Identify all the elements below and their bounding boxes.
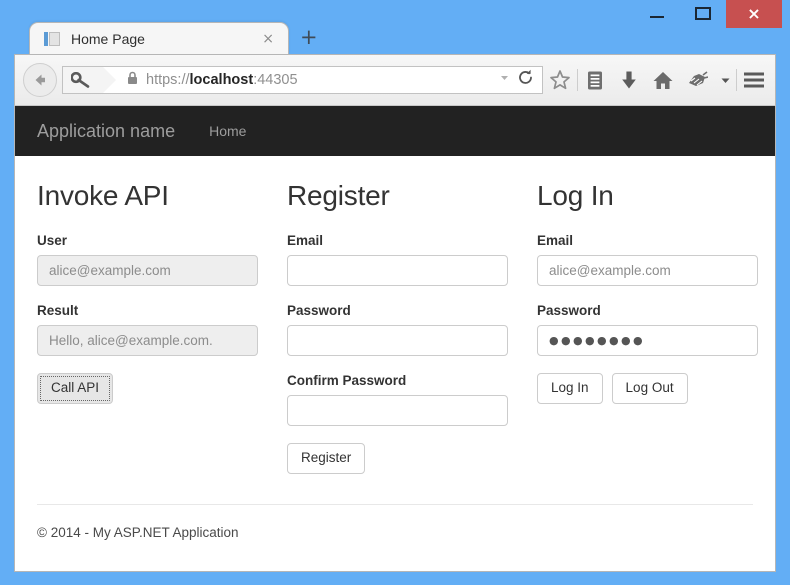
input-result: Hello, alice@example.com.	[37, 325, 258, 356]
new-tab-button[interactable]: +	[300, 27, 318, 48]
call-api-button[interactable]: Call API	[37, 373, 114, 404]
star-icon	[550, 70, 570, 90]
reload-button[interactable]	[517, 69, 534, 91]
column-log-in: Log In Email alice@example.com Password ●●●●…	[537, 180, 775, 474]
heading-invoke-api: Invoke API	[37, 180, 169, 211]
download-arrow-icon	[622, 71, 636, 88]
home-icon	[653, 71, 673, 89]
window-titlebar: ×	[0, 0, 790, 28]
tab-home-page[interactable]: Home Page ×	[29, 22, 289, 54]
back-arrow-icon	[35, 74, 45, 86]
library-button[interactable]	[578, 63, 612, 97]
form-columns: Invoke API User alice@example.com Result Hel…	[37, 182, 758, 474]
input-user: alice@example.com	[37, 255, 258, 286]
column-register: Register Email Password Confirm Password Reg…	[287, 182, 537, 474]
page-viewport: Application name Home Invoke API User alic…	[14, 106, 776, 572]
heading-log-in: Log In	[537, 180, 614, 211]
browser-window: × Home Page × + https://localhost:44305 …	[0, 0, 790, 585]
log-out-button[interactable]: Log Out	[611, 373, 688, 404]
input-register-email[interactable]	[287, 255, 508, 286]
key-icon	[71, 72, 90, 88]
column-invoke-api: Invoke API User alice@example.com Result Hel…	[37, 182, 287, 474]
addon-button[interactable]	[680, 63, 714, 97]
label-register-confirm-password: Confirm Password	[287, 373, 407, 388]
library-icon	[588, 71, 602, 89]
button-row-invoke-api: Call API	[37, 373, 258, 404]
label-login-email: Email	[537, 233, 574, 248]
reload-icon	[519, 69, 532, 84]
padlock-icon	[127, 71, 138, 90]
input-register-confirm-password[interactable]	[287, 395, 508, 426]
document-icon	[44, 31, 60, 47]
label-user: User	[37, 233, 68, 248]
label-result: Result	[37, 303, 79, 318]
tab-strip: Home Page × +	[0, 18, 790, 54]
footer-text: © 2014 - My ASP.NET Application	[37, 524, 239, 540]
site-navbar: Application name Home	[15, 106, 775, 156]
menu-button[interactable]	[737, 63, 771, 97]
navbar-link-home[interactable]: Home	[209, 123, 246, 139]
downloads-button[interactable]	[612, 63, 646, 97]
fox-icon	[689, 71, 708, 86]
back-button[interactable]	[23, 63, 57, 97]
chevron-down-icon[interactable]	[498, 71, 511, 89]
url-text: https://localhost:44305	[146, 72, 298, 88]
bookmark-button[interactable]	[543, 63, 577, 97]
footer-divider	[37, 503, 753, 505]
button-row-register: Register	[287, 443, 508, 474]
navbar-brand[interactable]: Application name	[37, 121, 175, 142]
overflow-button[interactable]	[714, 63, 736, 97]
url-bar[interactable]: https://localhost:44305	[62, 66, 543, 94]
tab-title: Home Page	[71, 30, 145, 47]
navigation-toolbar: https://localhost:44305	[14, 54, 776, 106]
label-login-password: Password	[537, 303, 601, 318]
label-register-password: Password	[287, 303, 351, 318]
input-login-email[interactable]: alice@example.com	[537, 255, 758, 286]
page-container: Invoke API User alice@example.com Result Hel…	[15, 156, 775, 474]
heading-register: Register	[287, 180, 390, 211]
label-register-email: Email	[287, 233, 324, 248]
log-in-button[interactable]: Log In	[537, 373, 603, 404]
home-button[interactable]	[646, 63, 680, 97]
chevron-down-icon	[721, 78, 729, 83]
toolbar-icons	[543, 63, 775, 97]
register-button[interactable]: Register	[287, 443, 366, 474]
hamburger-menu-icon	[744, 72, 764, 88]
close-tab-icon[interactable]: ×	[262, 31, 274, 47]
identity-box[interactable]	[63, 67, 116, 93]
input-login-password[interactable]: ●●●●●●●●	[537, 325, 758, 356]
input-register-password[interactable]	[287, 325, 508, 356]
button-row-log-in: Log In Log Out	[537, 373, 758, 404]
